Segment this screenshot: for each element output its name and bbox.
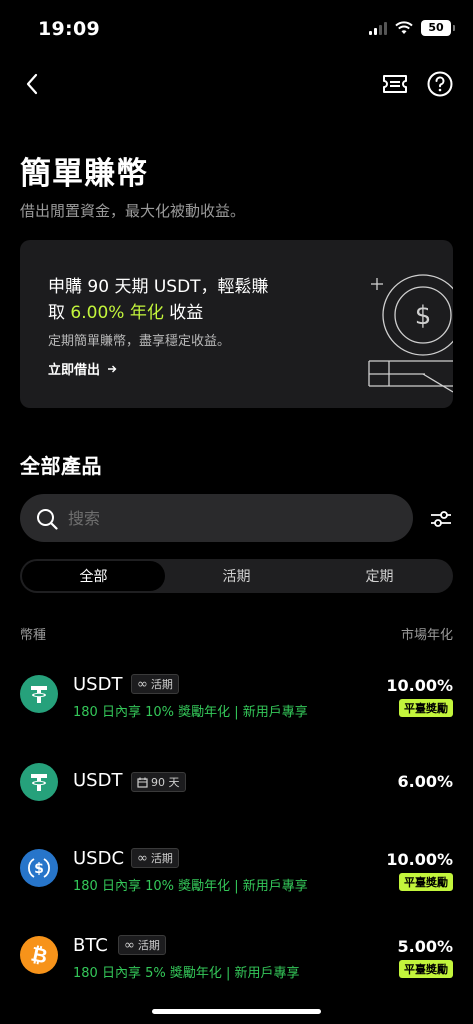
apr-value: 10.00%: [386, 850, 453, 869]
usdc-icon: $: [20, 849, 58, 887]
all-products-title: 全部產品: [20, 454, 102, 478]
tab-fixed[interactable]: 定期: [308, 561, 451, 591]
battery-icon: 50: [421, 20, 455, 36]
infinity-icon: ∞: [124, 937, 135, 953]
term-badge: 90 天: [131, 772, 186, 792]
term-label: 活期: [137, 939, 160, 952]
ticket-icon: [383, 75, 407, 93]
home-indicator[interactable]: [152, 1009, 321, 1014]
promo-rate-suffix: 收益: [163, 303, 204, 323]
lend-now-label: 立即借出: [48, 363, 101, 378]
status-bar: 19:09 50: [0, 0, 473, 60]
term-badge: ∞ 活期: [131, 674, 179, 694]
platform-bonus-badge: 平臺獎勵: [399, 873, 453, 891]
column-header-coin: 幣種: [20, 628, 47, 643]
lend-now-link[interactable]: 立即借出: [48, 359, 117, 378]
term-badge: ∞ 活期: [118, 935, 166, 955]
term-label: 活期: [150, 852, 173, 865]
arrow-right-icon: [107, 365, 117, 373]
tether-icon: [20, 675, 58, 713]
tab-all[interactable]: 全部: [22, 561, 165, 591]
search-icon: [37, 509, 58, 530]
infinity-icon: ∞: [137, 850, 148, 866]
column-header-apr: 市場年化: [400, 628, 453, 643]
term-badge: ∞ 活期: [131, 848, 179, 868]
promo-rate-highlight: 6.00% 年化: [70, 303, 164, 323]
platform-bonus-badge: 平臺獎勵: [399, 699, 453, 717]
coin-illustration-icon: $: [368, 274, 453, 393]
promo-reward-text: 180 日內享 10% 獎勵年化 | 新用戶專享: [73, 879, 308, 894]
promo-reward-text: 180 日內享 5% 獎勵年化 | 新用戶專享: [73, 966, 300, 981]
coin-name: USDC: [73, 848, 125, 869]
sliders-icon: [431, 511, 451, 527]
product-row[interactable]: USDT ∞ 活期 180 日內享 10% 獎勵年化 | 新用戶專享 10.00…: [0, 664, 473, 724]
coin-name: USDT: [73, 770, 123, 791]
svg-text:$: $: [34, 861, 44, 877]
product-row[interactable]: USDT 90 天 6.00%: [0, 752, 473, 812]
promo-headline: 申購 90 天期 USDT，輕鬆賺: [48, 277, 269, 297]
tab-flexible[interactable]: 活期: [165, 561, 308, 591]
tether-icon: [20, 763, 58, 801]
product-row[interactable]: $ USDC ∞ 活期 180 日內享 10% 獎勵年化 | 新用戶專享 10.…: [0, 838, 473, 898]
promo-headline-rate: 取 6.00% 年化 收益: [48, 298, 203, 323]
svg-text:$: $: [415, 301, 432, 331]
status-time: 19:09: [38, 18, 100, 40]
status-icons: 50: [369, 20, 455, 36]
chevron-left-icon: [26, 73, 38, 95]
apr-value: 6.00%: [397, 772, 453, 791]
wifi-icon: [395, 21, 413, 34]
page-subtitle: 借出閒置資金，最大化被動收益。: [20, 202, 246, 220]
cellular-signal-icon: [369, 21, 387, 35]
product-type-tabs: 全部 活期 定期: [20, 559, 453, 593]
term-label: 90 天: [151, 776, 180, 789]
help-button[interactable]: [426, 70, 454, 98]
apr-value: 5.00%: [397, 937, 453, 956]
platform-bonus-badge: 平臺獎勵: [399, 960, 453, 978]
back-button[interactable]: [18, 68, 46, 100]
search-box: [20, 494, 413, 542]
nav-bar: [0, 64, 473, 104]
infinity-icon: ∞: [137, 676, 148, 692]
product-row[interactable]: ₿ BTC ∞ 活期 180 日內享 5% 獎勵年化 | 新用戶專享 5.00%…: [0, 925, 473, 985]
coin-name: BTC: [73, 935, 108, 956]
bitcoin-icon: ₿: [20, 936, 58, 974]
filter-button[interactable]: [428, 506, 454, 532]
promo-description: 定期簡單賺幣，盡享穩定收益。: [48, 334, 231, 349]
page-title: 簡單賺幣: [20, 156, 148, 192]
calendar-icon: [137, 777, 148, 788]
apr-value: 10.00%: [386, 676, 453, 695]
coupon-button[interactable]: [380, 70, 410, 98]
promo-banner[interactable]: 申購 90 天期 USDT，輕鬆賺 取 6.00% 年化 收益 定期簡單賺幣，盡…: [20, 240, 453, 408]
search-input[interactable]: [68, 494, 398, 542]
promo-rate-prefix: 取: [48, 303, 71, 323]
promo-reward-text: 180 日內享 10% 獎勵年化 | 新用戶專享: [73, 705, 308, 720]
question-circle-icon: [427, 71, 453, 97]
term-label: 活期: [150, 678, 173, 691]
coin-name: USDT: [73, 674, 123, 695]
